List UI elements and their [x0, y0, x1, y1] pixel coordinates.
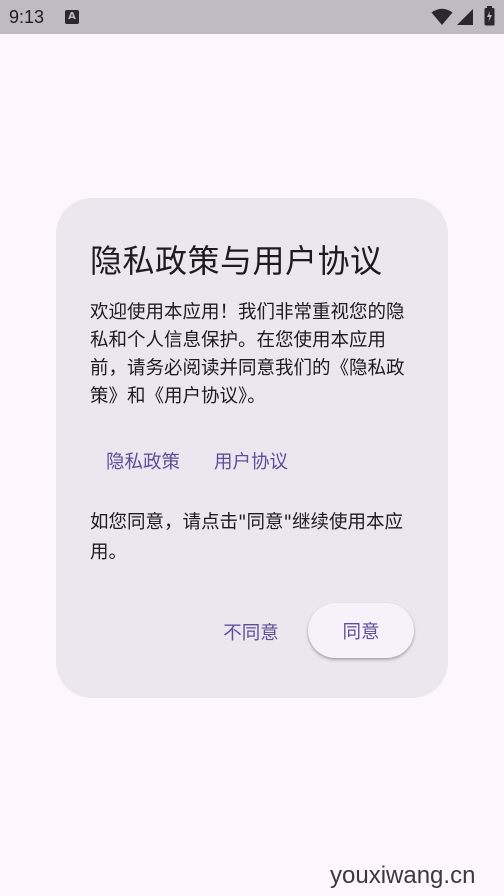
privacy-dialog: 隐私政策与用户协议 欢迎使用本应用！我们非常重视您的隐私和个人信息保护。在您使用… — [56, 198, 448, 698]
disagree-button[interactable]: 不同意 — [206, 606, 296, 658]
status-bar: 9:13 A — [0, 0, 504, 34]
signal-icon — [457, 9, 473, 25]
dialog-body-text: 欢迎使用本应用！我们非常重视您的隐私和个人信息保护。在您使用本应用前，请务必阅读… — [90, 302, 405, 407]
status-time: 9:13 — [9, 7, 45, 27]
policy-links: 隐私政策 用户协议 — [106, 448, 288, 474]
watermark: youxiwang.cn — [330, 862, 476, 889]
user-agreement-link[interactable]: 用户协议 — [214, 448, 288, 474]
dialog-footer-text: 如您同意，请点击"同意"继续使用本应用。 — [90, 512, 404, 563]
text-a-icon: A — [65, 10, 79, 24]
privacy-policy-link[interactable]: 隐私政策 — [106, 448, 180, 474]
battery-icon — [484, 6, 495, 26]
dialog-title: 隐私政策与用户协议 — [90, 242, 383, 280]
agree-button[interactable]: 同意 — [308, 603, 414, 658]
wifi-icon — [431, 8, 453, 25]
